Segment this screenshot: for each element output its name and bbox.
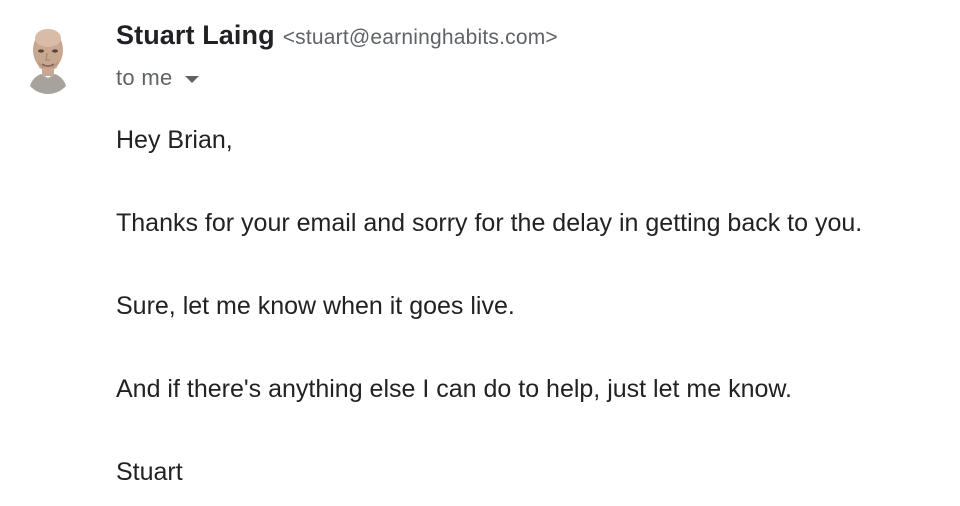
message-paragraph: And if there's anything else I can do to… xyxy=(116,375,793,403)
recipient-details-toggle[interactable]: to me xyxy=(116,65,960,91)
message-header: Stuart Laing <stuart@earninghabits.com> … xyxy=(116,20,960,91)
recipient-label: to me xyxy=(116,65,173,90)
sender-name[interactable]: Stuart Laing xyxy=(116,20,275,51)
avatar-photo-icon xyxy=(24,26,72,94)
message-paragraph: Hey Brian, xyxy=(116,126,233,154)
sender-avatar[interactable] xyxy=(24,26,72,94)
message-signature: Stuart xyxy=(116,458,183,486)
chevron-down-icon[interactable] xyxy=(184,75,199,83)
sender-line: Stuart Laing <stuart@earninghabits.com> xyxy=(116,20,960,51)
message-body: Hey Brian, Thanks for your email and sor… xyxy=(116,124,960,488)
message-paragraph: Thanks for your email and sorry for the … xyxy=(116,209,863,237)
message-paragraph: Sure, let me know when it goes live. xyxy=(116,292,515,320)
sender-email[interactable]: <stuart@earninghabits.com> xyxy=(283,26,558,50)
